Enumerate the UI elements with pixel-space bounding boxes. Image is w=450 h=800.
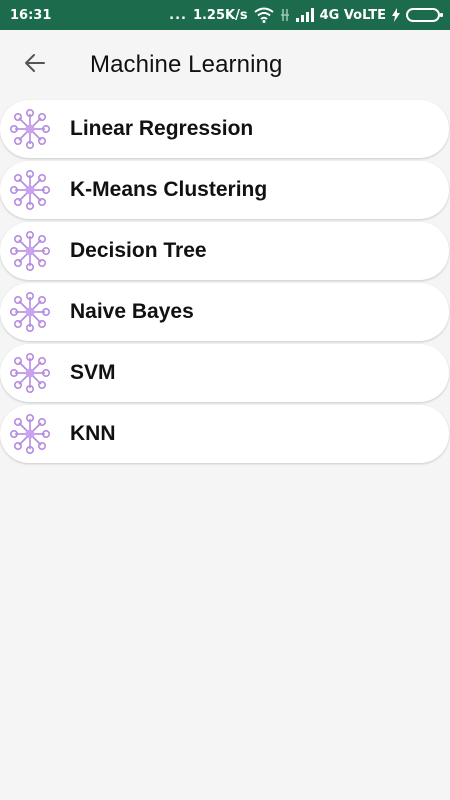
arrow-left-icon: [23, 51, 47, 80]
network-speed: 1.25K/s: [192, 7, 248, 23]
charging-icon: [392, 8, 400, 22]
cell-signal-icon: [295, 8, 314, 22]
network-node-icon: [7, 228, 53, 274]
list-item-label: Naive Bayes: [70, 300, 194, 323]
list-item-label: Decision Tree: [70, 239, 207, 262]
wifi-icon: [253, 7, 274, 23]
status-bar: 16:31 ... 1.25K/s 4G VoLTE: [0, 0, 450, 30]
battery-icon: [406, 8, 443, 22]
list-item-k-means-clustering[interactable]: K-Means Clustering: [0, 161, 449, 219]
algorithm-list: Linear Regression K-Means Clustering Dec…: [0, 100, 450, 466]
network-node-icon: [7, 350, 53, 396]
list-item-decision-tree[interactable]: Decision Tree: [0, 222, 449, 280]
list-item-label: KNN: [70, 422, 116, 445]
signal-muted-icon: [280, 8, 290, 22]
status-time: 16:31: [10, 7, 52, 23]
network-node-icon: [7, 289, 53, 335]
list-item-label: K-Means Clustering: [70, 178, 268, 201]
status-dots: ...: [169, 7, 187, 23]
network-node-icon: [7, 411, 53, 457]
status-indicators: ... 1.25K/s 4G VoLTE: [169, 7, 443, 23]
list-item-svm[interactable]: SVM: [0, 344, 449, 402]
app-bar: Machine Learning: [0, 30, 450, 100]
list-item-naive-bayes[interactable]: Naive Bayes: [0, 283, 449, 341]
list-item-label: Linear Regression: [70, 117, 254, 140]
back-button[interactable]: [15, 45, 55, 85]
list-item-linear-regression[interactable]: Linear Regression: [0, 100, 449, 158]
list-item-label: SVM: [70, 361, 116, 384]
network-type: 4G VoLTE: [319, 7, 386, 23]
network-node-icon: [7, 106, 53, 152]
network-node-icon: [7, 167, 53, 213]
list-item-knn[interactable]: KNN: [0, 405, 449, 463]
page-title: Machine Learning: [90, 51, 283, 78]
